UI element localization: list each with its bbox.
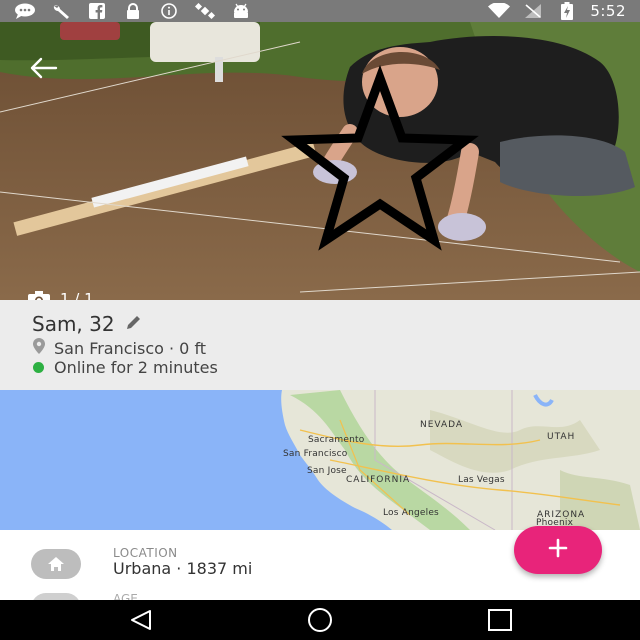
lock-icon [122,3,144,19]
profile-location: San Francisco · 0 ft [54,338,207,358]
map-label-san-francisco: San Francisco [283,449,348,459]
wifi-icon [488,3,511,19]
android-icon [230,3,252,19]
facebook-icon [86,3,108,19]
photo-count-text: 1 / 1 [60,290,94,300]
battery-charging-icon [556,2,578,20]
map-label-nevada: NEVADA [420,420,464,430]
map-label-san-jose: San Jose [307,466,347,476]
no-signal-icon [522,3,544,19]
online-status-text: Online for 2 minutes [54,358,218,377]
location-pin-icon [32,338,46,358]
photo-counter: 1 / 1 [28,290,94,300]
map-label-los-angeles: Los Angeles [383,508,439,518]
map-label-sacramento: Sacramento [308,435,365,445]
profile-info: Sam, 32 San Francisco · 0 ft Online for … [0,300,640,390]
profile-name: Sam, 32 [32,312,115,336]
map-terrain [0,390,640,530]
profile-photo[interactable]: 1 / 1 [0,22,640,300]
clock: 5:52 [590,2,626,20]
plus-icon [547,537,569,563]
location-label: LOCATION [113,546,178,560]
camera-icon [28,291,50,300]
add-fab-button[interactable] [514,526,602,574]
nav-recents-icon[interactable] [485,608,515,632]
system-nav-bar [0,600,640,640]
wrench-icon [50,3,72,19]
chat-bubble-icon [14,3,36,19]
back-arrow-icon[interactable] [28,56,60,80]
nav-back-icon[interactable] [126,608,156,632]
status-bar: 5:52 [0,0,640,22]
photo-illustration [0,22,640,300]
home-icon [31,549,81,579]
edit-pencil-icon[interactable] [125,313,143,335]
map-label-las-vegas: Las Vegas [458,475,505,485]
online-status-dot [33,362,44,373]
satellite-icon [194,3,216,19]
map-label-utah: UTAH [547,432,576,442]
nav-home-icon[interactable] [305,608,335,632]
info-icon [158,3,180,19]
map-label-california: CALIFORNIA [346,475,411,485]
location-value: Urbana · 1837 mi [113,559,253,578]
location-map[interactable]: NEVADA UTAH Sacramento San Francisco San… [0,390,640,530]
